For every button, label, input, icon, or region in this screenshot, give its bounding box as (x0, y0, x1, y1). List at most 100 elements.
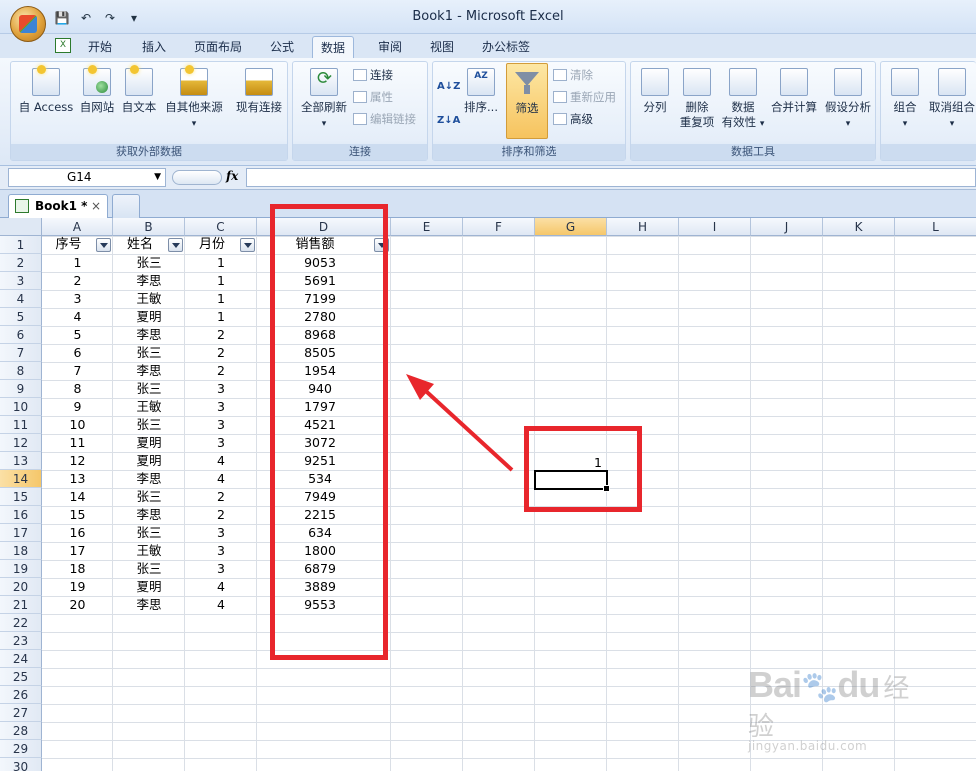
table-cell[interactable]: 8 (42, 380, 113, 398)
table-cell[interactable]: 4 (185, 578, 257, 596)
insert-function-icon[interactable]: fx (226, 169, 238, 183)
filter-dropdown-icon[interactable] (96, 238, 111, 252)
table-cell[interactable]: 17 (42, 542, 113, 560)
table-cell[interactable]: 王敏 (113, 290, 185, 308)
row-header-9[interactable]: 9 (0, 380, 42, 398)
table-cell[interactable]: 1 (185, 272, 257, 290)
table-cell[interactable]: 7 (42, 362, 113, 380)
from-access-button[interactable]: 自 Access (15, 65, 77, 115)
table-cell[interactable]: 张三 (113, 254, 185, 272)
table-cell[interactable]: 11 (42, 434, 113, 452)
row-header-15[interactable]: 15 (0, 488, 42, 506)
row-header-7[interactable]: 7 (0, 344, 42, 362)
remove-duplicates-button[interactable]: 删除 重复项 (675, 66, 719, 130)
table-cell[interactable]: 15 (42, 506, 113, 524)
row-header-16[interactable]: 16 (0, 506, 42, 524)
filter-dropdown-icon[interactable] (240, 238, 255, 252)
table-cell[interactable]: 3 (185, 434, 257, 452)
sort-ascending-button[interactable]: A↓Z (437, 76, 460, 94)
sort-button[interactable]: AZ 排序... (459, 66, 503, 115)
row-header-11[interactable]: 11 (0, 416, 42, 434)
name-box[interactable]: G14 ▼ (8, 168, 166, 187)
table-cell[interactable]: 6 (42, 344, 113, 362)
workbook-tab-book1[interactable]: Book1 * × (8, 194, 108, 218)
properties-button[interactable]: 属性 (353, 88, 393, 106)
office-button[interactable] (10, 6, 46, 42)
column-header-e[interactable]: E (391, 218, 463, 236)
tab-insert[interactable]: 插入 (134, 36, 174, 58)
table-cell[interactable]: 4 (185, 470, 257, 488)
row-header-5[interactable]: 5 (0, 308, 42, 326)
row-header-25[interactable]: 25 (0, 668, 42, 686)
advanced-filter-button[interactable]: 高级 (553, 110, 593, 128)
ungroup-button[interactable]: 取消组合 ▾ (927, 66, 976, 132)
table-cell[interactable]: 李思 (113, 506, 185, 524)
row-header-8[interactable]: 8 (0, 362, 42, 380)
table-cell[interactable]: 4 (42, 308, 113, 326)
sort-descending-button[interactable]: Z↓A (437, 110, 460, 128)
row-header-18[interactable]: 18 (0, 542, 42, 560)
from-text-button[interactable]: 自文本 (117, 65, 161, 115)
clear-filter-button[interactable]: 清除 (553, 66, 593, 84)
table-cell[interactable]: 王敏 (113, 398, 185, 416)
table-cell[interactable]: 20 (42, 596, 113, 614)
table-cell[interactable]: 3 (185, 524, 257, 542)
column-header-a[interactable]: A (42, 218, 113, 236)
table-cell[interactable]: 李思 (113, 596, 185, 614)
name-box-dropdown-icon[interactable]: ▼ (154, 169, 161, 186)
table-cell[interactable]: 李思 (113, 470, 185, 488)
select-all-corner[interactable] (0, 218, 42, 236)
row-header-3[interactable]: 3 (0, 272, 42, 290)
formula-expand-icon[interactable] (172, 170, 222, 185)
table-cell[interactable]: 2 (185, 362, 257, 380)
tab-office-tab[interactable]: 办公标签 (474, 36, 538, 58)
column-header-k[interactable]: K (823, 218, 895, 236)
from-web-button[interactable]: 自网站 (75, 65, 119, 115)
column-header-i[interactable]: I (679, 218, 751, 236)
new-tab-button[interactable] (112, 194, 140, 218)
table-cell[interactable]: 3 (42, 290, 113, 308)
consolidate-button[interactable]: 合并计算 (767, 66, 821, 115)
from-other-sources-button[interactable]: 自其他来源 ▾ (161, 65, 227, 132)
row-header-22[interactable]: 22 (0, 614, 42, 632)
table-cell[interactable]: 3 (185, 398, 257, 416)
table-cell[interactable]: 9 (42, 398, 113, 416)
row-header-4[interactable]: 4 (0, 290, 42, 308)
column-header-l[interactable]: L (895, 218, 976, 236)
table-cell[interactable]: 夏明 (113, 308, 185, 326)
tab-formulas[interactable]: 公式 (262, 36, 302, 58)
column-header-b[interactable]: B (113, 218, 185, 236)
close-tab-icon[interactable]: × (91, 195, 101, 217)
data-validation-button[interactable]: 数据 有效性 ▾ (719, 66, 767, 132)
header-cell-c[interactable]: 月份 (185, 236, 239, 254)
table-cell[interactable]: 2 (42, 272, 113, 290)
table-cell[interactable]: 14 (42, 488, 113, 506)
table-cell[interactable]: 张三 (113, 416, 185, 434)
column-header-g[interactable]: G (535, 218, 607, 236)
table-cell[interactable]: 李思 (113, 272, 185, 290)
row-header-17[interactable]: 17 (0, 524, 42, 542)
row-header-13[interactable]: 13 (0, 452, 42, 470)
header-cell-a[interactable]: 序号 (42, 236, 95, 254)
tab-home[interactable]: 开始 (80, 36, 120, 58)
table-cell[interactable]: 18 (42, 560, 113, 578)
row-header-10[interactable]: 10 (0, 398, 42, 416)
table-cell[interactable]: 5 (42, 326, 113, 344)
table-cell[interactable]: 夏明 (113, 578, 185, 596)
table-cell[interactable]: 李思 (113, 326, 185, 344)
row-header-26[interactable]: 26 (0, 686, 42, 704)
row-header-24[interactable]: 24 (0, 650, 42, 668)
table-cell[interactable]: 2 (185, 506, 257, 524)
table-cell[interactable]: 王敏 (113, 542, 185, 560)
table-cell[interactable]: 夏明 (113, 452, 185, 470)
table-cell[interactable]: 16 (42, 524, 113, 542)
tab-view[interactable]: 视图 (422, 36, 462, 58)
column-header-j[interactable]: J (751, 218, 823, 236)
row-header-20[interactable]: 20 (0, 578, 42, 596)
column-header-f[interactable]: F (463, 218, 535, 236)
table-cell[interactable]: 10 (42, 416, 113, 434)
group-button[interactable]: 组合 ▾ (885, 66, 925, 132)
row-header-19[interactable]: 19 (0, 560, 42, 578)
refresh-all-button[interactable]: 全部刷新▾ (297, 66, 351, 132)
row-header-1[interactable]: 1 (0, 236, 42, 254)
